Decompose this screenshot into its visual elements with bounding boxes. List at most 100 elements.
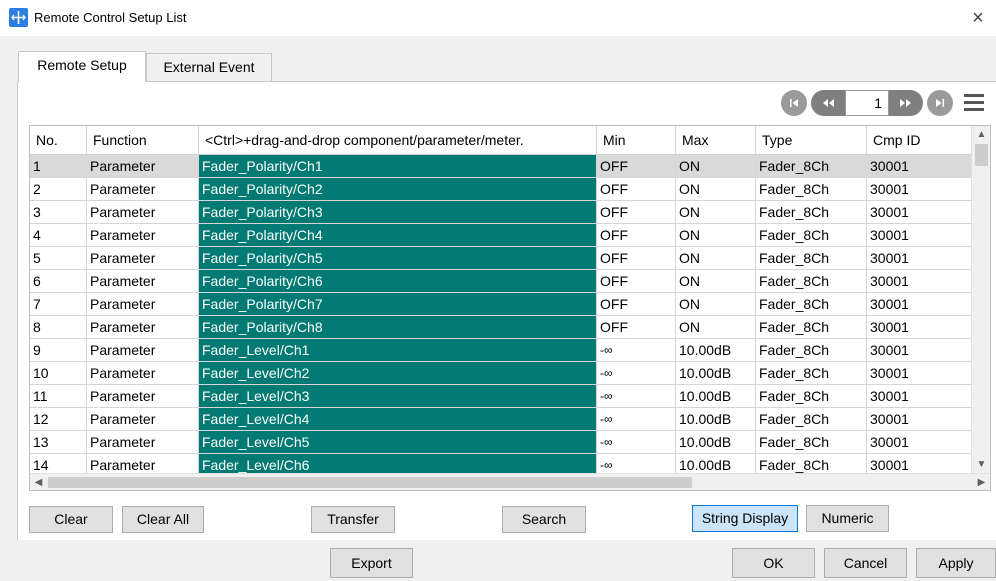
cell-max[interactable]: 10.00dB	[676, 408, 756, 431]
cell-min[interactable]: OFF	[597, 270, 676, 293]
cell-cmp-id[interactable]: 30001	[867, 431, 971, 454]
cell-no[interactable]: 2	[30, 178, 87, 201]
cancel-button[interactable]: Cancel	[824, 548, 907, 578]
cell-max[interactable]: 10.00dB	[676, 339, 756, 362]
cell-no[interactable]: 8	[30, 316, 87, 339]
cell-min[interactable]: OFF	[597, 247, 676, 270]
cell-max[interactable]: 10.00dB	[676, 362, 756, 385]
cell-max[interactable]: 10.00dB	[676, 385, 756, 408]
cell-target[interactable]: Fader_Level/Ch5	[199, 431, 597, 454]
cell-function[interactable]: Parameter	[87, 155, 199, 178]
table-row[interactable]: 9 Parameter Fader_Level/Ch1 -∞ 10.00dB Fader_…	[30, 339, 971, 362]
remote-setup-table[interactable]: No. Function <Ctrl>+drag-and-drop compon…	[29, 125, 991, 491]
cell-target[interactable]: Fader_Polarity/Ch6	[199, 270, 597, 293]
cell-type[interactable]: Fader_8Ch	[756, 270, 867, 293]
cell-no[interactable]: 13	[30, 431, 87, 454]
cell-cmp-id[interactable]: 30001	[867, 270, 971, 293]
cell-no[interactable]: 14	[30, 454, 87, 473]
table-row[interactable]: 8 Parameter Fader_Polarity/Ch8 OFF ON Fader_8…	[30, 316, 971, 339]
cell-target[interactable]: Fader_Level/Ch4	[199, 408, 597, 431]
column-header-no[interactable]: No.	[30, 126, 87, 155]
cell-type[interactable]: Fader_8Ch	[756, 362, 867, 385]
cell-function[interactable]: Parameter	[87, 247, 199, 270]
table-row[interactable]: 5 Parameter Fader_Polarity/Ch5 OFF ON Fader_8…	[30, 247, 971, 270]
cell-type[interactable]: Fader_8Ch	[756, 454, 867, 473]
cell-no[interactable]: 11	[30, 385, 87, 408]
cell-max[interactable]: ON	[676, 201, 756, 224]
numeric-button[interactable]: Numeric	[806, 505, 889, 532]
cell-target[interactable]: Fader_Polarity/Ch1	[199, 155, 597, 178]
cell-min[interactable]: -∞	[597, 362, 676, 385]
cell-cmp-id[interactable]: 30001	[867, 201, 971, 224]
column-header-target[interactable]: <Ctrl>+drag-and-drop component/parameter…	[199, 126, 597, 155]
table-row[interactable]: 14 Parameter Fader_Level/Ch6 -∞ 10.00dB Fader…	[30, 454, 971, 473]
table-row[interactable]: 13 Parameter Fader_Level/Ch5 -∞ 10.00dB Fader…	[30, 431, 971, 454]
table-row[interactable]: 1 Parameter Fader_Polarity/Ch1 OFF ON Fader_8…	[30, 155, 971, 178]
cell-no[interactable]: 3	[30, 201, 87, 224]
cell-no[interactable]: 12	[30, 408, 87, 431]
table-row[interactable]: 7 Parameter Fader_Polarity/Ch7 OFF ON Fader_8…	[30, 293, 971, 316]
cell-type[interactable]: Fader_8Ch	[756, 431, 867, 454]
cell-cmp-id[interactable]: 30001	[867, 178, 971, 201]
table-row[interactable]: 2 Parameter Fader_Polarity/Ch2 OFF ON Fader_8…	[30, 178, 971, 201]
cell-type[interactable]: Fader_8Ch	[756, 316, 867, 339]
cell-target[interactable]: Fader_Level/Ch2	[199, 362, 597, 385]
horizontal-scroll-thumb[interactable]	[48, 477, 692, 488]
cell-cmp-id[interactable]: 30001	[867, 247, 971, 270]
clear-all-button[interactable]: Clear All	[122, 506, 204, 533]
page-number-input[interactable]: 1	[845, 90, 889, 116]
cell-max[interactable]: ON	[676, 316, 756, 339]
cell-type[interactable]: Fader_8Ch	[756, 224, 867, 247]
scroll-left-icon[interactable]: ◀	[30, 474, 47, 490]
cell-target[interactable]: Fader_Polarity/Ch4	[199, 224, 597, 247]
table-row[interactable]: 4 Parameter Fader_Polarity/Ch4 OFF ON Fader_8…	[30, 224, 971, 247]
tab-remote-setup[interactable]: Remote Setup	[18, 51, 146, 82]
table-row[interactable]: 11 Parameter Fader_Level/Ch3 -∞ 10.00dB Fader…	[30, 385, 971, 408]
cell-max[interactable]: ON	[676, 270, 756, 293]
cell-function[interactable]: Parameter	[87, 201, 199, 224]
string-display-button[interactable]: String Display	[692, 505, 798, 532]
column-header-min[interactable]: Min	[597, 126, 676, 155]
export-button[interactable]: Export	[330, 548, 413, 578]
cell-cmp-id[interactable]: 30001	[867, 408, 971, 431]
cell-type[interactable]: Fader_8Ch	[756, 293, 867, 316]
transfer-button[interactable]: Transfer	[311, 506, 395, 533]
apply-button[interactable]: Apply	[916, 548, 996, 578]
horizontal-scrollbar[interactable]: ◀ ▶	[30, 473, 990, 490]
cell-cmp-id[interactable]: 30001	[867, 224, 971, 247]
scroll-down-icon[interactable]: ▼	[972, 456, 990, 473]
cell-min[interactable]: OFF	[597, 178, 676, 201]
cell-function[interactable]: Parameter	[87, 362, 199, 385]
cell-function[interactable]: Parameter	[87, 224, 199, 247]
cell-min[interactable]: -∞	[597, 408, 676, 431]
close-icon[interactable]: ×	[966, 6, 990, 30]
cell-max[interactable]: ON	[676, 247, 756, 270]
cell-max[interactable]: ON	[676, 293, 756, 316]
cell-type[interactable]: Fader_8Ch	[756, 339, 867, 362]
cell-function[interactable]: Parameter	[87, 178, 199, 201]
cell-function[interactable]: Parameter	[87, 454, 199, 473]
previous-page-icon[interactable]	[811, 90, 845, 116]
clear-button[interactable]: Clear	[29, 506, 113, 533]
cell-max[interactable]: 10.00dB	[676, 431, 756, 454]
cell-cmp-id[interactable]: 30001	[867, 155, 971, 178]
cell-cmp-id[interactable]: 30001	[867, 339, 971, 362]
cell-type[interactable]: Fader_8Ch	[756, 385, 867, 408]
cell-type[interactable]: Fader_8Ch	[756, 201, 867, 224]
hamburger-menu-icon[interactable]	[964, 93, 984, 113]
cell-min[interactable]: -∞	[597, 454, 676, 473]
cell-type[interactable]: Fader_8Ch	[756, 247, 867, 270]
cell-function[interactable]: Parameter	[87, 293, 199, 316]
cell-function[interactable]: Parameter	[87, 408, 199, 431]
cell-min[interactable]: -∞	[597, 385, 676, 408]
cell-min[interactable]: OFF	[597, 316, 676, 339]
vertical-scrollbar[interactable]: ▲ ▼	[971, 126, 990, 473]
cell-target[interactable]: Fader_Polarity/Ch7	[199, 293, 597, 316]
cell-no[interactable]: 4	[30, 224, 87, 247]
cell-function[interactable]: Parameter	[87, 339, 199, 362]
cell-type[interactable]: Fader_8Ch	[756, 155, 867, 178]
cell-function[interactable]: Parameter	[87, 431, 199, 454]
cell-no[interactable]: 6	[30, 270, 87, 293]
table-row[interactable]: 12 Parameter Fader_Level/Ch4 -∞ 10.00dB Fader…	[30, 408, 971, 431]
cell-min[interactable]: OFF	[597, 155, 676, 178]
